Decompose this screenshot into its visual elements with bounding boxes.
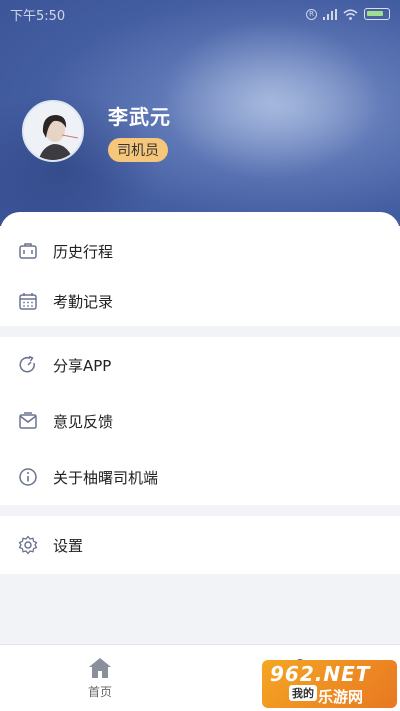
user-name: 李武元 [108, 104, 171, 129]
menu-card: 历史行程 考勤记录 分享APP 意见反馈 关于柚曙司机端 设置 [0, 212, 400, 574]
wifi-icon [343, 9, 358, 20]
status-icons: R [306, 8, 390, 20]
site-watermark: 962.NET 我的 乐游网 [262, 660, 397, 708]
section-divider [0, 505, 400, 516]
watermark-badge: 我的 [289, 685, 317, 701]
info-icon [18, 467, 38, 487]
registered-icon: R [306, 8, 317, 20]
menu-item-settings[interactable]: 设置 [0, 516, 400, 574]
tab-label-home: 首页 [87, 685, 112, 699]
role-badge: 司机员 [108, 137, 168, 162]
menu-item-feedback[interactable]: 意见反馈 [0, 393, 400, 449]
tab-home[interactable]: 首页 [0, 645, 200, 711]
menu-item-label: 分享APP [53, 356, 112, 375]
home-icon [89, 658, 111, 678]
menu-group-app: 分享APP 意见反馈 关于柚曙司机端 [0, 337, 400, 505]
menu-item-share-app[interactable]: 分享APP [0, 337, 400, 393]
signal-icon [323, 8, 337, 20]
menu-item-label: 意见反馈 [53, 412, 114, 431]
avatar[interactable] [22, 100, 84, 162]
menu-item-history-trips[interactable]: 历史行程 [0, 226, 400, 276]
menu-item-label: 关于柚曙司机端 [53, 468, 159, 487]
watermark-logo-text: 962.NET [270, 662, 371, 686]
gear-icon [18, 535, 38, 555]
menu-group-settings: 设置 [0, 516, 400, 574]
mail-icon [18, 411, 38, 431]
menu-item-label: 设置 [53, 536, 84, 555]
menu-group-records: 历史行程 考勤记录 [0, 212, 400, 326]
menu-item-label: 考勤记录 [53, 292, 114, 311]
briefcase-icon [18, 241, 38, 261]
calendar-icon [18, 291, 38, 311]
menu-item-label: 历史行程 [53, 242, 114, 261]
avatar-photo-icon [24, 102, 82, 160]
menu-item-about[interactable]: 关于柚曙司机端 [0, 449, 400, 505]
section-divider [0, 326, 400, 337]
watermark-subtitle: 乐游网 [318, 688, 364, 706]
status-bar: 下午5:50 R [0, 0, 400, 28]
menu-item-attendance[interactable]: 考勤记录 [0, 276, 400, 326]
status-time: 下午5:50 [10, 8, 66, 24]
share-icon [18, 355, 38, 375]
battery-icon [364, 8, 390, 20]
user-profile[interactable]: 李武元 司机员 [22, 100, 171, 162]
